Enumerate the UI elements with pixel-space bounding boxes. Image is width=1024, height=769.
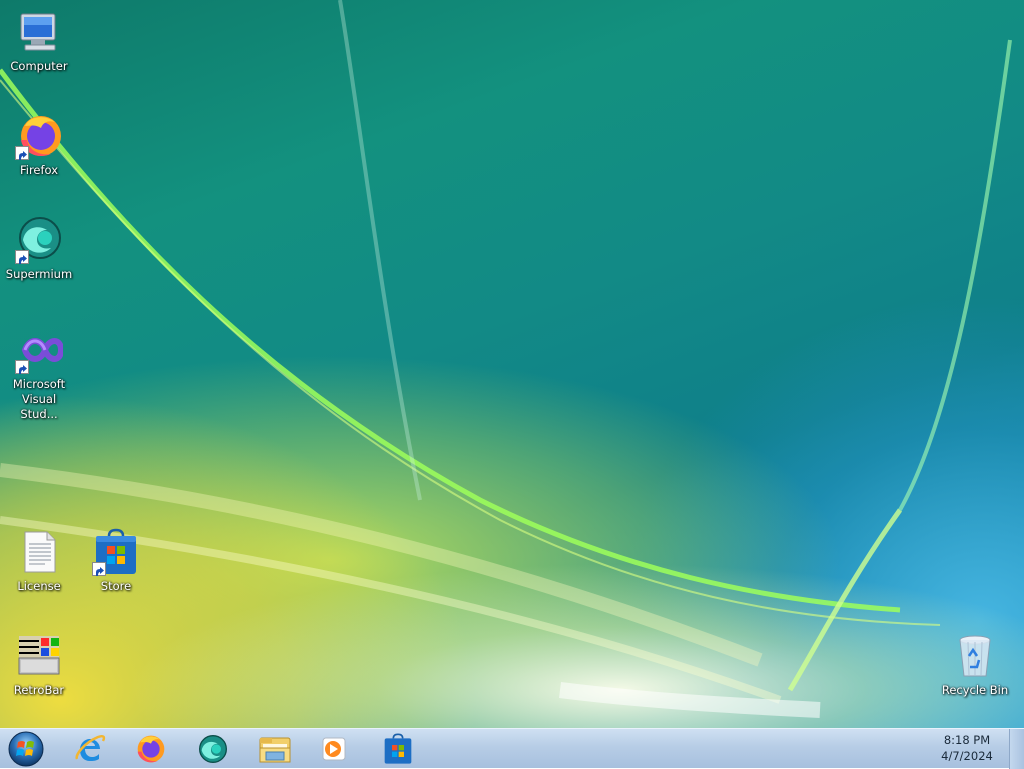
store-icon xyxy=(384,733,412,764)
desktop-icon-visual-studio[interactable]: Microsoft Visual Stud... xyxy=(1,326,77,422)
desktop-icon-label: License xyxy=(17,579,61,593)
desktop-icon-firefox[interactable]: Firefox xyxy=(1,112,77,178)
retrobar-icon xyxy=(15,632,63,680)
system-clock[interactable]: 8:18 PM 4/7/2024 xyxy=(932,732,1002,764)
clock-time: 8:18 PM xyxy=(943,733,991,747)
desktop-icon-store[interactable]: Store xyxy=(78,528,154,594)
recycle-bin-icon xyxy=(951,632,999,680)
shortcut-arrow-icon xyxy=(15,146,29,160)
store-icon xyxy=(92,528,140,576)
show-desktop-button[interactable] xyxy=(1009,729,1024,769)
desktop-icon-recycle-bin[interactable]: Recycle Bin xyxy=(937,632,1013,698)
file-explorer-icon xyxy=(259,737,291,763)
desktop-icon-label: Firefox xyxy=(19,163,59,177)
shortcut-arrow-icon xyxy=(92,562,106,576)
document-icon xyxy=(15,528,63,576)
taskbar-media-player[interactable] xyxy=(310,731,358,767)
supermium-icon xyxy=(199,735,227,763)
desktop-icon-label: Supermium xyxy=(5,267,73,281)
taskbar: 8:18 PM 4/7/2024 xyxy=(0,728,1024,769)
desktop-icon-license[interactable]: License xyxy=(1,528,77,594)
taskbar-firefox[interactable] xyxy=(127,731,175,767)
taskbar-internet-explorer[interactable] xyxy=(66,731,114,767)
start-orb-icon xyxy=(8,731,44,767)
desktop-icon-label: RetroBar xyxy=(13,683,65,697)
taskbar-store[interactable] xyxy=(374,731,422,767)
computer-icon xyxy=(15,8,63,56)
start-button[interactable] xyxy=(2,731,50,767)
wallpaper-aurora xyxy=(0,0,1012,718)
shortcut-arrow-icon xyxy=(15,360,29,374)
desktop-icon-label: Computer xyxy=(10,59,68,73)
media-player-icon xyxy=(322,737,346,761)
shortcut-arrow-icon xyxy=(15,250,29,264)
taskbar-file-explorer[interactable] xyxy=(251,731,299,767)
desktop-icon-retrobar[interactable]: RetroBar xyxy=(1,632,77,698)
desktop-icon-computer[interactable]: Computer xyxy=(1,8,77,74)
desktop-icon-label: Microsoft Visual Stud... xyxy=(12,377,66,421)
desktop-icon-supermium[interactable]: Supermium xyxy=(1,216,77,282)
visual-studio-icon xyxy=(15,326,65,374)
firefox-icon xyxy=(15,112,63,160)
clock-date: 4/7/2024 xyxy=(941,749,993,763)
taskbar-supermium[interactable] xyxy=(189,731,237,767)
desktop-icon-label: Recycle Bin xyxy=(941,683,1009,697)
internet-explorer-icon xyxy=(75,734,106,761)
desktop-icon-label: Store xyxy=(100,579,132,593)
desktop: Computer Firefox Supermium Microsoft Vis… xyxy=(0,0,1024,728)
firefox-icon xyxy=(137,735,165,763)
supermium-icon xyxy=(15,216,63,264)
